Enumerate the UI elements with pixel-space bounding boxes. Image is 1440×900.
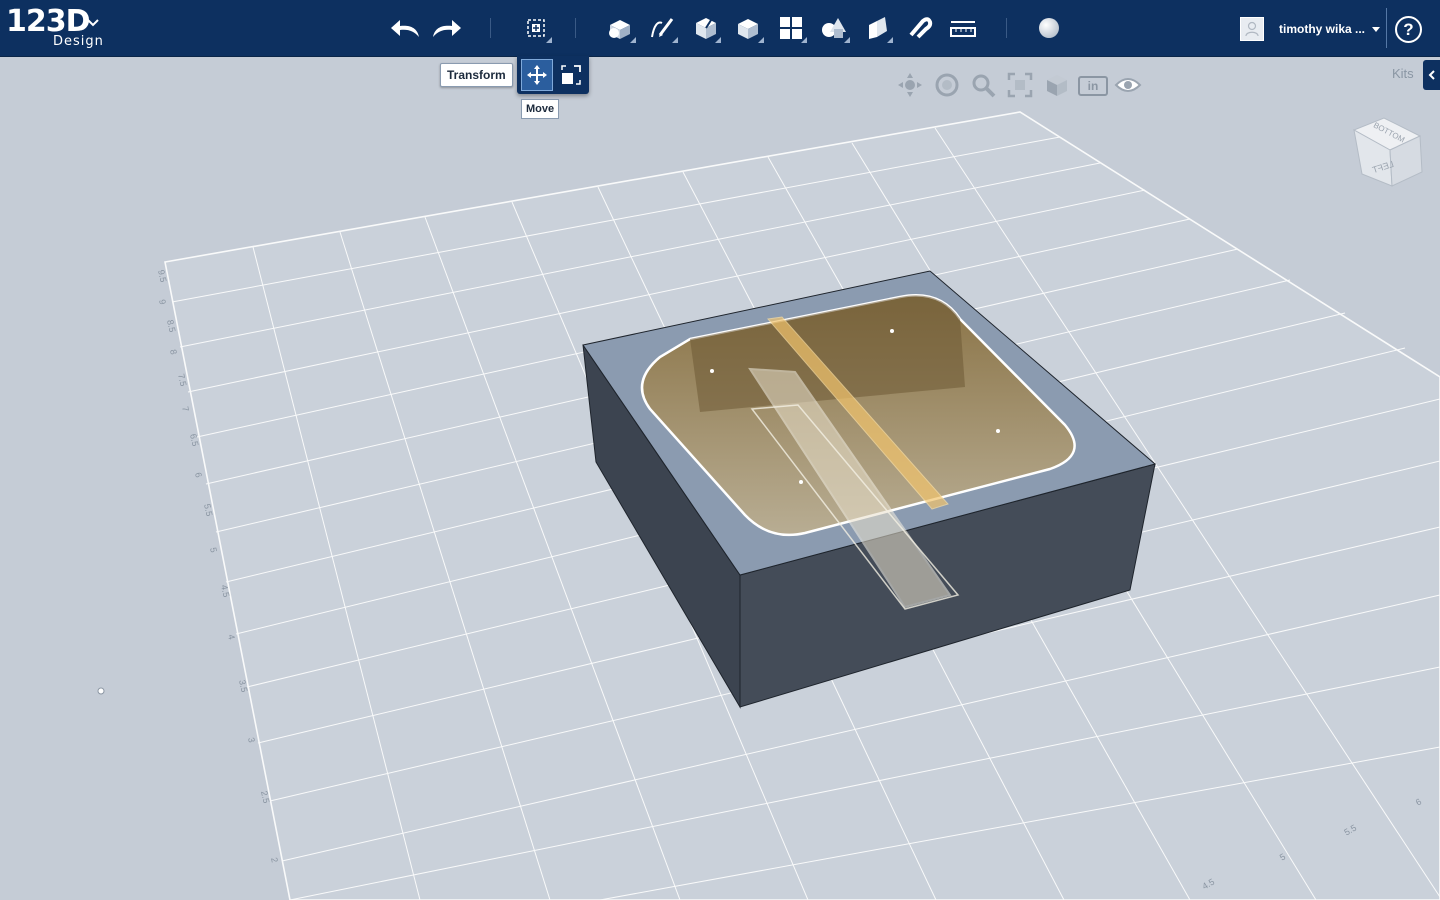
- caret-down-icon[interactable]: [1372, 27, 1380, 32]
- toolbar-separator: [490, 18, 491, 38]
- fit-button[interactable]: [1006, 71, 1034, 99]
- pan-icon: [898, 73, 922, 97]
- view-style-icon: [1047, 75, 1067, 96]
- pan-button[interactable]: [896, 71, 924, 99]
- dropdown-caret-icon: [715, 37, 721, 43]
- snap-icon: [909, 17, 933, 39]
- sketch-button[interactable]: [643, 10, 681, 46]
- undo-button[interactable]: [386, 10, 424, 46]
- dropdown-caret-icon: [758, 37, 764, 43]
- snap-button[interactable]: [901, 10, 939, 46]
- combine-button[interactable]: [858, 10, 896, 46]
- dropdown-caret-icon: [887, 37, 893, 43]
- zoom-button[interactable]: [969, 71, 997, 99]
- modify-button[interactable]: [729, 10, 767, 46]
- dropdown-caret-icon: [672, 37, 678, 43]
- kits-label[interactable]: Kits: [1392, 66, 1414, 81]
- viewcube[interactable]: BOTTOM LEFT: [1348, 116, 1424, 198]
- dropdown-caret-icon: [844, 37, 850, 43]
- move-button[interactable]: [521, 59, 553, 91]
- eye-icon: [1114, 78, 1142, 92]
- toolbar-separator: [575, 18, 576, 38]
- user-name-menu[interactable]: timothy wika ...: [1279, 22, 1365, 36]
- transform-icon: [527, 19, 545, 37]
- toolbar-separator: [1386, 8, 1387, 48]
- view-style-button[interactable]: [1043, 71, 1071, 99]
- dropdown-caret-icon: [546, 37, 552, 43]
- zoom-icon: [972, 74, 996, 98]
- chevron-down-icon: [86, 14, 100, 32]
- primitives-button[interactable]: [601, 10, 639, 46]
- orbit-icon: [935, 73, 959, 97]
- measure-button[interactable]: [944, 10, 982, 46]
- app-logo-menu[interactable]: 123D Design: [6, 4, 106, 54]
- visibility-button[interactable]: [1114, 71, 1142, 99]
- redo-button[interactable]: [428, 10, 466, 46]
- logo-subtitle: Design: [53, 34, 104, 49]
- material-button[interactable]: [1030, 10, 1068, 46]
- move-icon: [527, 65, 547, 85]
- scale-icon: [561, 65, 581, 85]
- avatar[interactable]: [1240, 17, 1264, 41]
- dropdown-caret-icon: [801, 37, 807, 43]
- avatar-icon: [1245, 21, 1259, 37]
- toolbar-separator: [1006, 18, 1007, 38]
- dropdown-caret-icon: [630, 37, 636, 43]
- chevron-left-icon: [1428, 70, 1435, 80]
- material-icon: [1039, 18, 1059, 38]
- pattern-button[interactable]: [772, 10, 810, 46]
- scale-button[interactable]: [555, 59, 587, 91]
- redo-icon: [433, 20, 461, 37]
- group-button[interactable]: [815, 10, 853, 46]
- orbit-button[interactable]: [933, 71, 961, 99]
- fit-icon: [1007, 72, 1033, 98]
- transform-tooltip: Transform: [440, 63, 513, 87]
- construct-button[interactable]: [686, 10, 724, 46]
- measure-icon: [950, 21, 976, 37]
- scene-canvas: [97, 111, 1440, 900]
- help-button[interactable]: ?: [1395, 16, 1422, 43]
- main-toolbar: 123D Design timothy wika ... ?: [0, 0, 1440, 57]
- kits-panel-toggle[interactable]: [1423, 60, 1440, 90]
- undo-icon: [391, 20, 419, 37]
- 3d-viewport[interactable]: 9.5 9 8.5 8 7.5 7 6.5 6 5.5 5 4.5 4 3.5 …: [0, 57, 1440, 900]
- move-tooltip: Move: [521, 99, 560, 119]
- transform-flyout: [517, 56, 589, 94]
- transform-button[interactable]: [517, 10, 555, 46]
- units-button[interactable]: in: [1078, 76, 1108, 96]
